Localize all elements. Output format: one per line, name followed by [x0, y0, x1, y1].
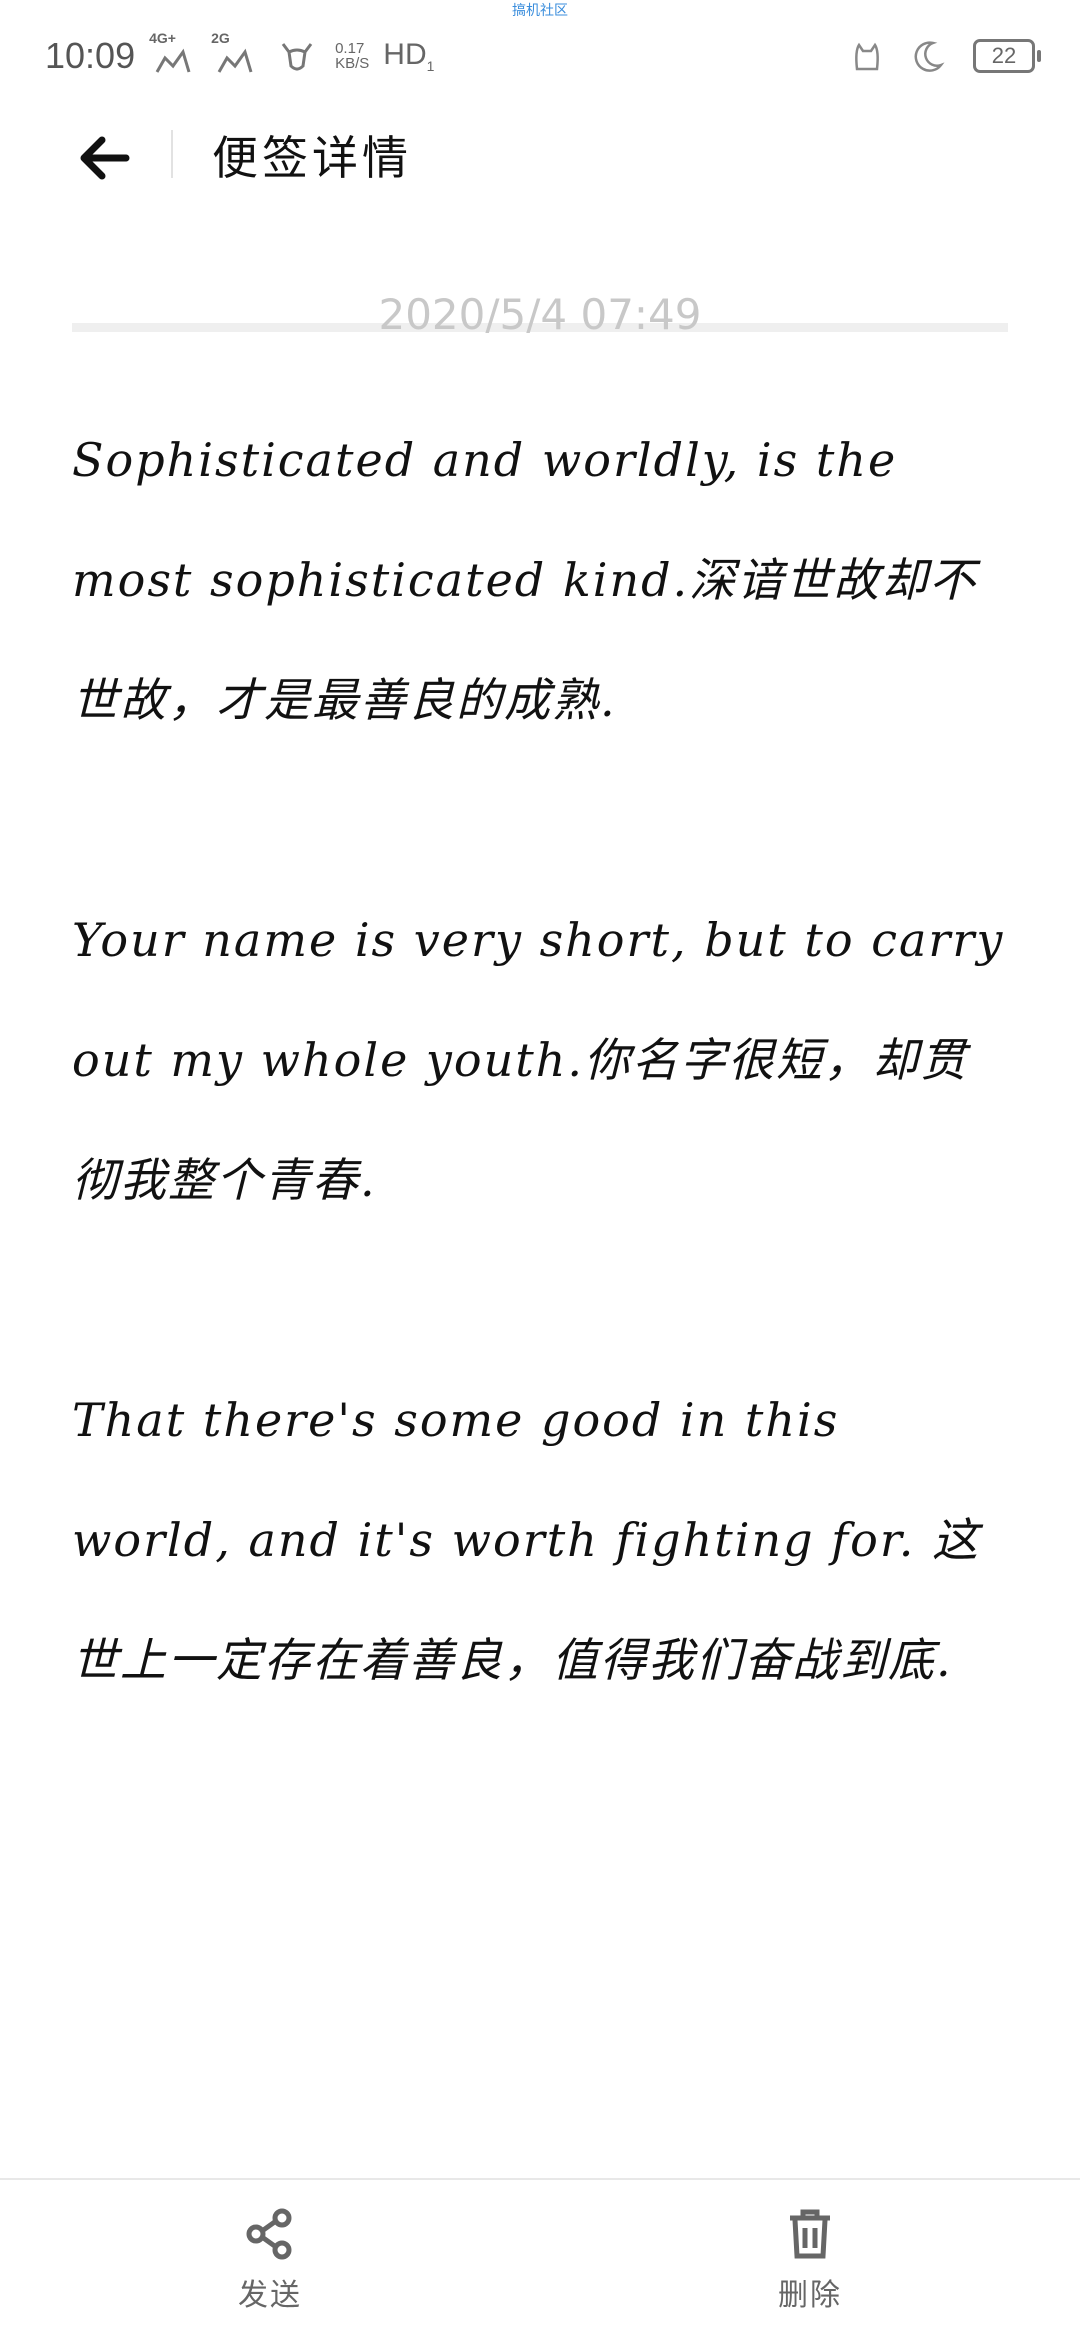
note-paragraph: Your name is very short, but to carry ou… [72, 913, 1005, 1207]
send-label: 发送 [238, 2278, 302, 2313]
network-4g-icon: 4G+ [149, 30, 197, 80]
network-2g-icon: 2G [211, 30, 259, 80]
status-right: 22 [851, 28, 1041, 84]
header-divider [171, 130, 173, 178]
note-paragraph: That there's some good in this world, an… [72, 1393, 981, 1687]
status-bar: 搞机社区 10:09 4G+ 2G 0.17 KB/S HD1 22 [0, 0, 1080, 108]
note-body[interactable]: Sophisticated and worldly, is the most s… [72, 400, 1012, 1840]
deer-wifi-icon [273, 32, 321, 80]
bottom-bar: 发送 删除 [0, 2178, 1080, 2342]
share-icon [246, 2208, 292, 2260]
back-button[interactable] [72, 126, 136, 190]
trash-icon [790, 2209, 830, 2259]
page-title: 便签详情 [212, 131, 412, 185]
note-paragraph: Sophisticated and worldly, is the most s… [72, 433, 978, 727]
arrow-left-icon [80, 136, 130, 180]
delete-label: 删除 [778, 2278, 842, 2313]
cat-icon [855, 42, 879, 71]
status-time: 10:09 [45, 35, 136, 76]
delete-button[interactable]: 删除 [710, 2208, 910, 2314]
network-speed: 0.17 KB/S [335, 40, 370, 72]
status-top-label: 搞机社区 [512, 3, 568, 19]
note-timestamp: 2020/5/4 07:49 [378, 290, 702, 339]
status-left: 10:09 4G+ 2G 0.17 KB/S HD1 [45, 28, 434, 84]
send-button[interactable]: 发送 [170, 2208, 370, 2314]
moon-icon [914, 41, 945, 72]
hd-voice-indicator: HD1 [383, 38, 435, 74]
battery-indicator: 22 [973, 39, 1041, 73]
header: 便签详情 [0, 108, 1080, 332]
